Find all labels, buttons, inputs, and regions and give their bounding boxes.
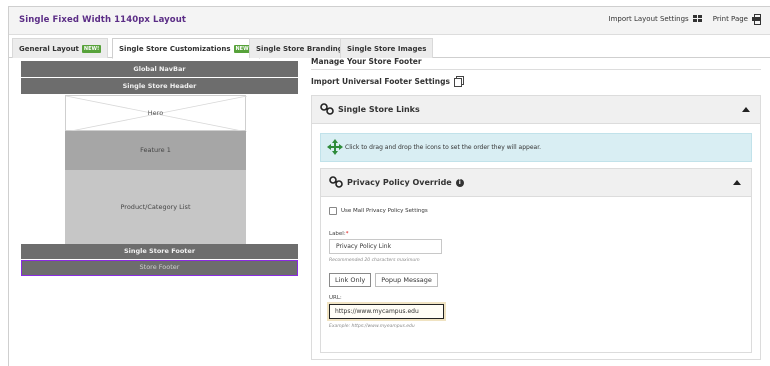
preview-store-footer[interactable]: Store Footer: [21, 260, 298, 276]
tab-label: Single Store Branding: [256, 44, 343, 53]
popup-message-button[interactable]: Popup Message: [375, 273, 438, 287]
preview-single-store-footer[interactable]: Single Store Footer: [21, 244, 298, 259]
link-mode-toggle: Link Only Popup Message: [329, 273, 442, 287]
label-field-label: Label:*: [329, 231, 349, 237]
copy-icon[interactable]: [453, 76, 464, 87]
import-layout-settings-button[interactable]: Import Layout Settings: [608, 14, 703, 23]
single-store-links-header[interactable]: Single Store Links: [312, 96, 760, 124]
tab-bar: General Layout NEW! Single Store Customi…: [9, 38, 770, 59]
link-icon: [329, 176, 343, 188]
privacy-title: Privacy Policy Override: [347, 178, 452, 187]
hero-label: Hero: [147, 109, 164, 117]
preview-hero[interactable]: Hero: [65, 95, 247, 132]
window-title: Single Fixed Width 1140px Layout: [19, 15, 187, 25]
preview-global-navbar[interactable]: Global NavBar: [21, 61, 298, 77]
tab-label: Single Store Customizations: [119, 44, 231, 53]
label-input[interactable]: Privacy Policy Link: [329, 239, 442, 254]
preview-product-category-list[interactable]: Product/Category List: [65, 170, 246, 244]
link-only-button[interactable]: Link Only: [329, 273, 372, 287]
required-marker: *: [345, 231, 349, 237]
single-store-links-panel: Single Store Links Click to drag and dro…: [311, 95, 761, 360]
divider: [311, 69, 761, 70]
import-universal-label: Import Universal Footer Settings: [311, 76, 450, 86]
collapse-caret-icon[interactable]: [733, 180, 741, 185]
import-universal-footer-settings[interactable]: Import Universal Footer Settings: [311, 76, 464, 87]
tab-single-store-branding[interactable]: Single Store Branding: [249, 38, 350, 58]
grid-icon: [692, 14, 703, 23]
url-hint: Example: https://www.myeampus.edu: [329, 324, 415, 329]
tab-single-store-customizations[interactable]: Single Store Customizations NEW!: [112, 38, 260, 59]
preview-single-store-header[interactable]: Single Store Header: [21, 78, 298, 94]
move-arrows-icon: [327, 139, 343, 155]
use-mall-privacy-row: Use Mall Privacy Policy Settings: [329, 207, 428, 215]
label-hint: Recommended 20 characters maximum: [329, 258, 420, 263]
info-text: Click to drag and drop the icons to set …: [345, 144, 542, 151]
privacy-policy-override-header[interactable]: Privacy Policy Override i: [321, 169, 751, 197]
privacy-policy-override-panel: Privacy Policy Override i Use Mall Priva…: [320, 168, 752, 353]
section-heading: Manage Your Store Footer: [311, 57, 422, 66]
new-badge: NEW!: [81, 44, 102, 53]
tab-label: Single Store Images: [347, 44, 427, 53]
import-layout-settings-label: Import Layout Settings: [608, 14, 689, 23]
tab-single-store-images[interactable]: Single Store Images: [340, 38, 434, 58]
use-mall-privacy-checkbox[interactable]: [329, 207, 337, 215]
drag-drop-info-alert: Click to drag and drop the icons to set …: [320, 133, 752, 162]
preview-feature-1[interactable]: Feature 1: [65, 131, 246, 170]
print-page-label: Print Page: [712, 14, 748, 23]
printer-icon: [752, 14, 761, 25]
privacy-title-wrap: Privacy Policy Override i: [347, 178, 464, 187]
collapse-caret-icon[interactable]: [742, 107, 750, 112]
tab-general-layout[interactable]: General Layout NEW!: [12, 38, 109, 58]
info-icon[interactable]: i: [455, 178, 464, 187]
title-actions: Import Layout Settings Print Page: [608, 14, 770, 25]
tab-label: General Layout: [19, 44, 79, 53]
print-page-button[interactable]: Print Page: [712, 14, 761, 25]
url-input[interactable]: https://www.mycampus.edu: [327, 302, 446, 321]
panel-title: Single Store Links: [338, 105, 420, 114]
title-bar: Single Fixed Width 1140px Layout Import …: [9, 7, 770, 35]
use-mall-privacy-label: Use Mall Privacy Policy Settings: [341, 208, 428, 214]
url-field-label: URL:: [329, 295, 342, 301]
link-icon: [320, 103, 334, 115]
